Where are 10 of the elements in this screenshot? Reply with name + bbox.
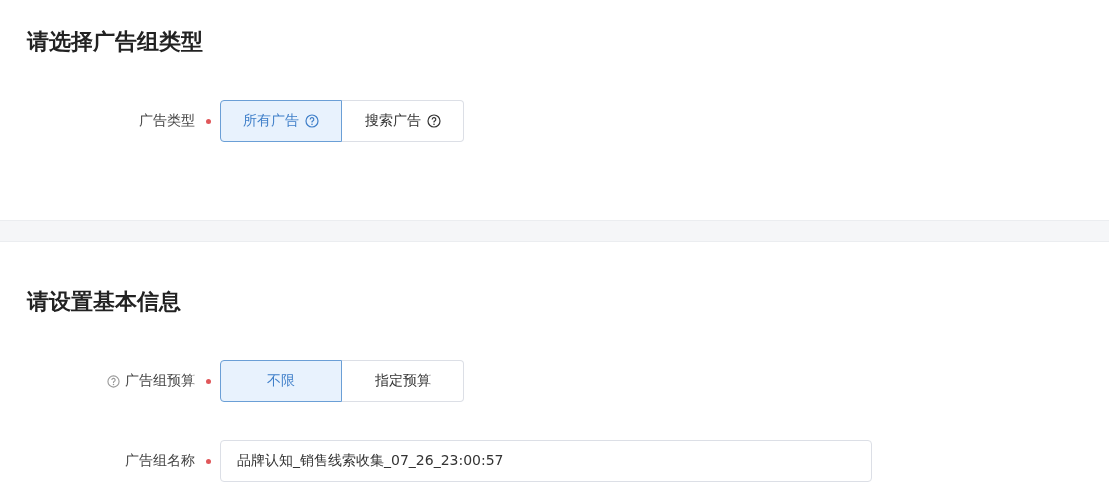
option-button[interactable]: 指定预算 <box>342 360 464 402</box>
field-label: 广告类型 <box>139 112 195 130</box>
field-label: 广告组预算 <box>125 372 195 390</box>
section-title: 请选择广告组类型 <box>27 28 204 56</box>
section-title: 请设置基本信息 <box>27 288 182 316</box>
option-button[interactable]: 不限 <box>220 360 342 402</box>
option-button[interactable]: 所有广告 <box>220 100 342 142</box>
field-label: 广告组名称 <box>125 452 195 470</box>
name-input-field[interactable]: 品牌认知_销售线索收集_07_26_23:00:57 <box>220 440 872 482</box>
option-button[interactable]: 搜索广告 <box>342 100 464 142</box>
